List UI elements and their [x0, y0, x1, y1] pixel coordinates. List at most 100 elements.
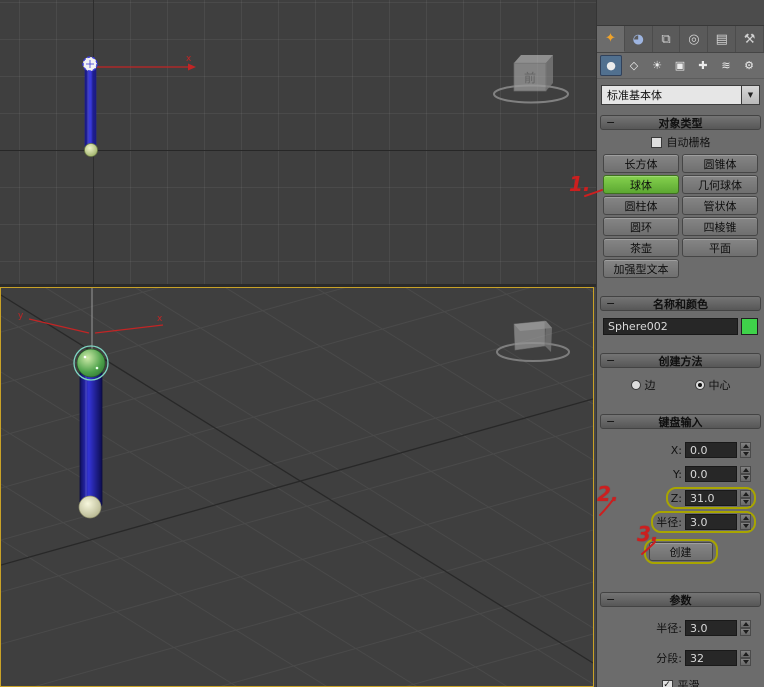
- rollout-object-type-header[interactable]: − 对象类型: [600, 115, 761, 130]
- param-radius-input[interactable]: 3.0: [685, 620, 737, 636]
- viewcube-perspective[interactable]: [496, 320, 570, 362]
- gizmo-x-label: x: [186, 54, 192, 64]
- dropdown-arrow-icon[interactable]: ▼: [742, 85, 760, 105]
- collapse-icon: −: [606, 415, 616, 428]
- subcategory-dropdown[interactable]: 标准基本体: [601, 85, 742, 105]
- param-radius-label: 半径:: [656, 622, 682, 635]
- create-categories: ● ◇ ☀ ▣ ✚ ≋ ⚙: [597, 53, 764, 79]
- sphere-object-selected[interactable]: [76, 348, 106, 378]
- subcategory-dropdown-row: 标准基本体 ▼: [601, 85, 760, 105]
- rollout-name-color-header[interactable]: − 名称和颜色: [600, 296, 761, 311]
- lights-icon: ☀: [652, 59, 662, 72]
- command-panel-tabs: ✦ ◕ ⧉ ◎ ▤ ⚒: [597, 26, 764, 53]
- tab-create[interactable]: ✦: [597, 26, 625, 52]
- object-name-input[interactable]: Sphere002: [603, 318, 738, 335]
- category-cameras[interactable]: ▣: [669, 55, 691, 76]
- rollout-object-type-title: 对象类型: [658, 116, 703, 130]
- cone-button[interactable]: 圆锥体: [682, 154, 758, 173]
- collapse-icon: −: [606, 354, 616, 367]
- y-spinner[interactable]: [740, 466, 751, 482]
- sphere-object-front-selected[interactable]: [82, 56, 98, 72]
- viewport-front[interactable]: x 前: [0, 0, 596, 284]
- primitive-buttons: 长方体 圆锥体 球体 几何球体 圆柱体 管状体 圆环 四棱锥 茶壶 平面 加强型…: [601, 154, 760, 278]
- cylinder-object-front[interactable]: [84, 65, 97, 153]
- rollout-keyboard-entry-header[interactable]: − 键盘输入: [600, 414, 761, 429]
- radio-edge[interactable]: 边: [630, 377, 656, 393]
- check-icon: ✓: [663, 679, 671, 687]
- perspective-grid-axes: [1, 294, 593, 664]
- rollout-name-color: − 名称和颜色 Sphere002: [600, 296, 761, 337]
- pyramid-button[interactable]: 四棱锥: [682, 217, 758, 236]
- shapes-icon: ◇: [629, 59, 639, 72]
- rollout-keyboard-entry: − 键盘输入 X: 0.0 Y: 0.0 Z: 31.0 半径: 3.0 创建: [600, 414, 761, 566]
- x-input[interactable]: 0.0: [685, 442, 737, 458]
- sphere-object-bottom[interactable]: [78, 495, 102, 519]
- rollout-parameters-title: 参数: [669, 593, 692, 607]
- category-space-warps[interactable]: ≋: [715, 55, 737, 76]
- rollout-parameters: − 参数 半径: 3.0 分段: 32 ✓ 平滑: [600, 592, 761, 687]
- viewport-perspective-active[interactable]: x y: [0, 287, 594, 687]
- autogrid-checkbox[interactable]: [650, 136, 662, 148]
- category-shapes[interactable]: ◇: [623, 55, 645, 76]
- radio-center[interactable]: 中心: [694, 377, 731, 393]
- smooth-checkbox-checked[interactable]: ✓: [661, 679, 673, 687]
- tripod-x-axis: [94, 324, 164, 334]
- create-button[interactable]: 创建: [648, 542, 713, 561]
- cameras-icon: ▣: [674, 59, 686, 72]
- x-spinner[interactable]: [740, 442, 751, 458]
- tab-display[interactable]: ▤: [708, 26, 737, 52]
- radio-edge-label: 边: [644, 379, 656, 392]
- modify-icon: ◕: [632, 31, 644, 47]
- perspective-grid: [1, 288, 593, 686]
- z-highlight-circle: Z: 31.0: [665, 487, 756, 509]
- radius-input[interactable]: 3.0: [685, 514, 737, 530]
- param-segments-spinner[interactable]: [740, 650, 751, 666]
- rollout-creation-method-title: 创建方法: [658, 354, 703, 368]
- sphere-button-active[interactable]: 球体: [603, 175, 679, 194]
- autogrid-row: 自动栅格: [601, 134, 760, 150]
- object-color-swatch[interactable]: [741, 318, 758, 335]
- radius-spinner[interactable]: [740, 514, 751, 530]
- space-warps-icon: ≋: [721, 59, 731, 72]
- radio-center-label: 中心: [708, 379, 731, 392]
- teapot-button[interactable]: 茶壶: [603, 238, 679, 257]
- viewcube-front[interactable]: 前: [493, 55, 569, 104]
- rollout-object-type: − 对象类型 自动栅格 长方体 圆锥体 球体 几何球体 圆柱体 管状体 圆环 四…: [600, 115, 761, 280]
- y-input[interactable]: 0.0: [685, 466, 737, 482]
- z-spinner[interactable]: [740, 490, 751, 506]
- category-helpers[interactable]: ✚: [692, 55, 714, 76]
- box-button[interactable]: 长方体: [603, 154, 679, 173]
- param-segments-row: 分段: 32: [601, 647, 756, 669]
- torus-button[interactable]: 圆环: [603, 217, 679, 236]
- param-segments-input[interactable]: 32: [685, 650, 737, 666]
- radius-label: 半径:: [656, 516, 682, 529]
- motion-icon: ◎: [688, 31, 700, 47]
- perspective-viewport-scene: x y: [1, 288, 593, 686]
- collapse-icon: −: [606, 593, 616, 606]
- rollout-creation-method-header[interactable]: − 创建方法: [600, 353, 761, 368]
- z-input[interactable]: 31.0: [685, 490, 737, 506]
- param-radius-spinner[interactable]: [740, 620, 751, 636]
- radius-highlight-circle: 半径: 3.0: [651, 511, 756, 533]
- radio-edge-circle: [630, 380, 641, 390]
- cylinder-button[interactable]: 圆柱体: [603, 196, 679, 215]
- sphere-selection-ring: [73, 345, 109, 381]
- geosphere-button[interactable]: 几何球体: [682, 175, 758, 194]
- display-icon: ▤: [715, 31, 728, 47]
- create-highlight-circle: 创建: [643, 539, 718, 564]
- textplus-button[interactable]: 加强型文本: [603, 259, 679, 278]
- panel-top-strip: [597, 0, 764, 26]
- tab-utilities[interactable]: ⚒: [736, 26, 764, 52]
- category-geometry[interactable]: ●: [600, 55, 622, 76]
- category-lights[interactable]: ☀: [646, 55, 668, 76]
- tube-button[interactable]: 管状体: [682, 196, 758, 215]
- tab-hierarchy[interactable]: ⧉: [653, 26, 681, 52]
- cylinder-object[interactable]: [79, 362, 103, 508]
- plane-button[interactable]: 平面: [682, 238, 758, 257]
- tab-modify[interactable]: ◕: [625, 26, 653, 52]
- category-systems[interactable]: ⚙: [738, 55, 760, 76]
- tab-motion[interactable]: ◎: [680, 26, 709, 52]
- autogrid-label: 自动栅格: [666, 136, 711, 149]
- x-row: X: 0.0: [601, 439, 756, 461]
- rollout-parameters-header[interactable]: − 参数: [600, 592, 761, 607]
